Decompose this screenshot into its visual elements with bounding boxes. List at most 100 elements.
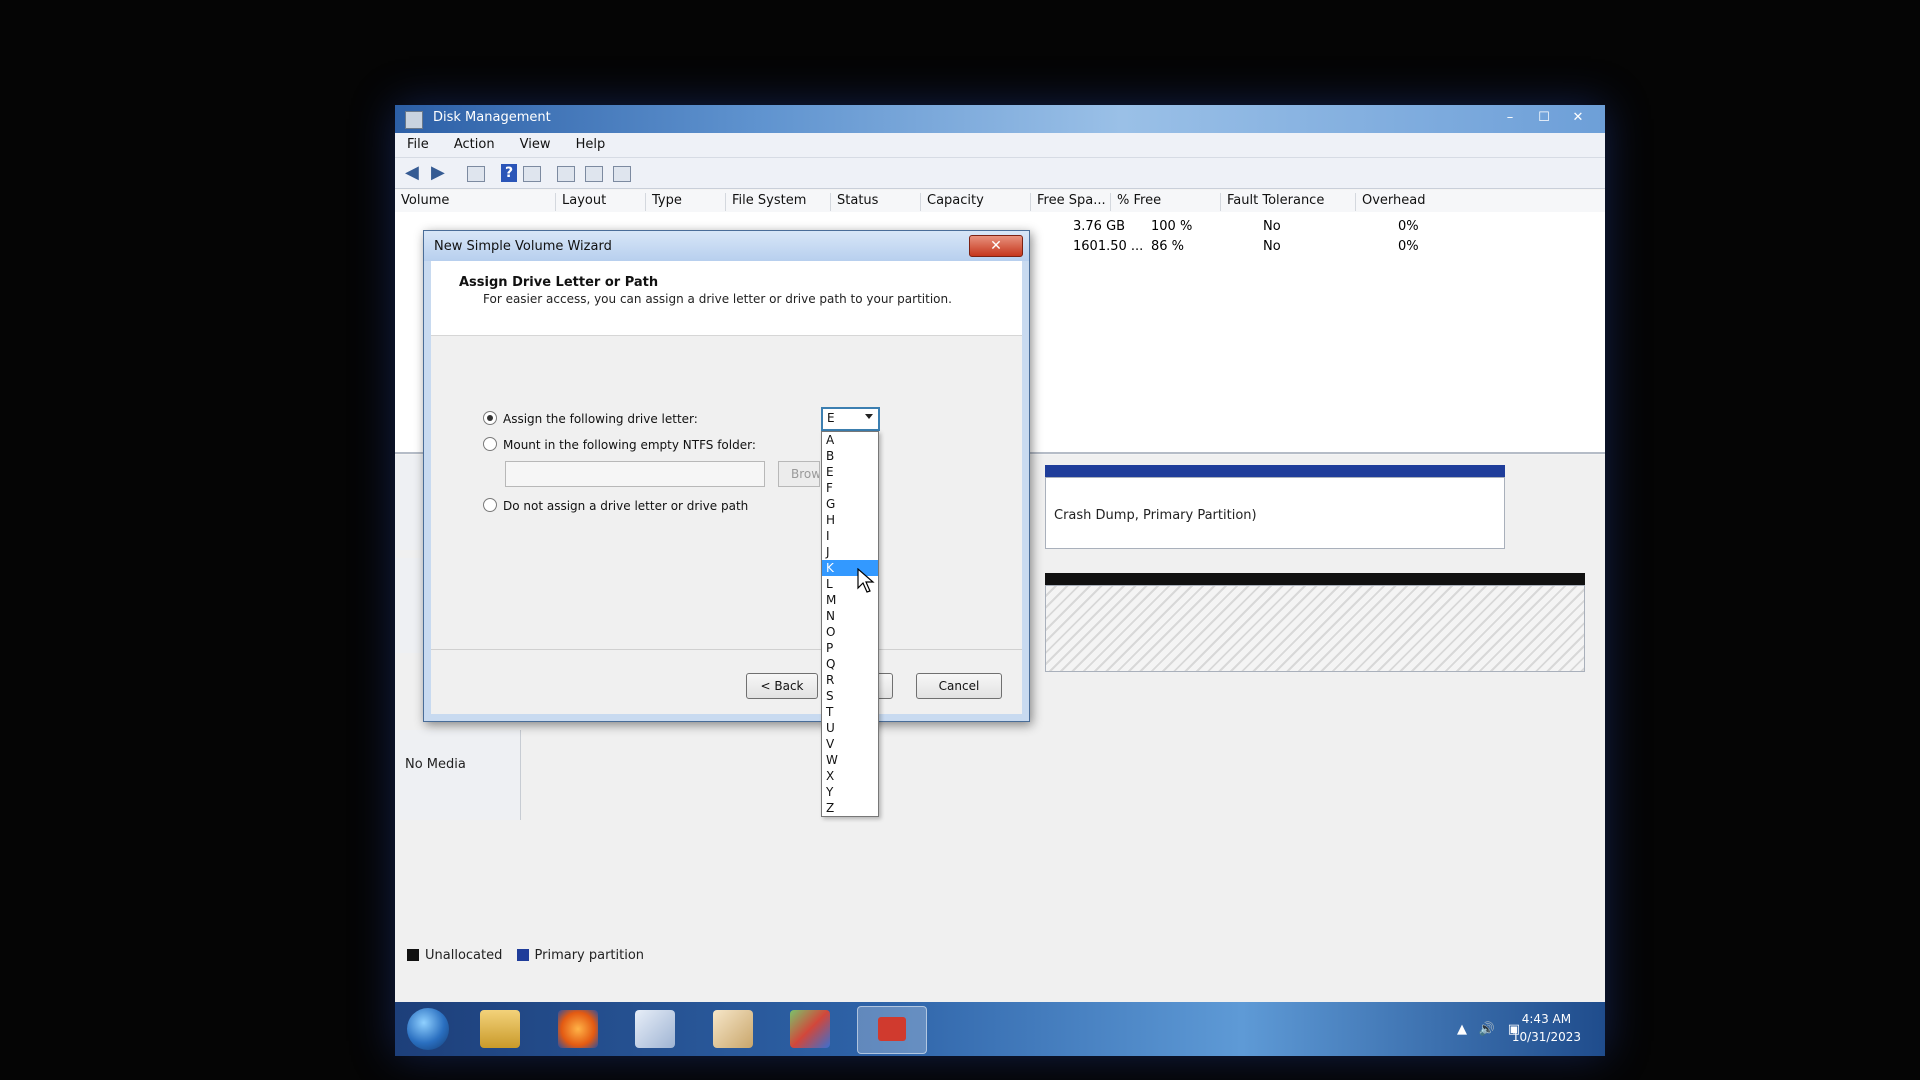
primary-partition-bar bbox=[1045, 465, 1505, 477]
radio-no-letter[interactable] bbox=[483, 498, 497, 512]
option-mount-folder[interactable]: Mount in the following empty NTFS folder… bbox=[483, 437, 756, 452]
drive-letter-option[interactable]: E bbox=[822, 464, 878, 480]
drive-letter-option[interactable]: W bbox=[822, 752, 878, 768]
menu-view[interactable]: View bbox=[508, 133, 559, 152]
new-simple-volume-wizard: New Simple Volume Wizard ✕ Assign Drive … bbox=[423, 230, 1030, 722]
drive-letter-option[interactable]: P bbox=[822, 640, 878, 656]
col-status[interactable]: Status bbox=[830, 193, 927, 211]
col-type[interactable]: Type bbox=[645, 193, 732, 211]
export-icon[interactable] bbox=[613, 166, 631, 182]
start-button[interactable] bbox=[407, 1008, 449, 1050]
desktop-screen: Disk Management – ☐ ✕ File Action View H… bbox=[395, 105, 1605, 1055]
window-title: Disk Management bbox=[433, 110, 551, 125]
settings-icon[interactable] bbox=[585, 166, 603, 182]
disk-management-title-bar[interactable]: Disk Management – ☐ ✕ bbox=[395, 105, 1605, 133]
col-percent-free[interactable]: % Free bbox=[1110, 193, 1227, 211]
disk-management-taskbar-button[interactable] bbox=[857, 1006, 927, 1054]
unallocated-bar bbox=[1045, 573, 1585, 585]
drive-letter-option[interactable]: I bbox=[822, 528, 878, 544]
wizard-heading: Assign Drive Letter or Path bbox=[459, 275, 659, 290]
volume-list-header: Volume Layout Type File System Status Ca… bbox=[395, 190, 1605, 213]
cdrom-label[interactable] bbox=[395, 730, 521, 820]
cell-free-space: 3.76 GB bbox=[1073, 219, 1126, 234]
wizard-title-bar[interactable]: New Simple Volume Wizard ✕ bbox=[424, 231, 1029, 261]
drive-letter-option[interactable]: Z bbox=[822, 800, 878, 816]
drive-letter-option[interactable]: A bbox=[822, 432, 878, 448]
show-hide-console-icon[interactable] bbox=[467, 166, 485, 182]
wizard-title: New Simple Volume Wizard bbox=[434, 239, 612, 254]
radio-mount-folder[interactable] bbox=[483, 437, 497, 451]
radio-assign-letter[interactable] bbox=[483, 411, 497, 425]
drive-letter-option[interactable]: U bbox=[822, 720, 878, 736]
col-fault-tolerance[interactable]: Fault Tolerance bbox=[1220, 193, 1362, 211]
drive-letter-option[interactable]: F bbox=[822, 480, 878, 496]
mouse-pointer-icon bbox=[857, 568, 875, 593]
browse-button[interactable]: Browse... bbox=[778, 461, 820, 487]
tray-expand-icon[interactable]: ▲ bbox=[1457, 1022, 1467, 1037]
drive-letter-option[interactable]: J bbox=[822, 544, 878, 560]
option-assign-label: Assign the following drive letter: bbox=[503, 412, 698, 426]
legend: Unallocated Primary partition bbox=[407, 948, 654, 963]
drive-letter-dropdown[interactable]: E bbox=[821, 407, 880, 431]
refresh-icon[interactable] bbox=[557, 166, 575, 182]
cancel-button[interactable]: Cancel bbox=[916, 673, 1002, 699]
volume-icon[interactable]: 🔊 bbox=[1479, 1022, 1495, 1037]
taskbar: ▲ 🔊 ▣ 4:43 AM 10/31/2023 bbox=[395, 1002, 1605, 1056]
col-file-system[interactable]: File System bbox=[725, 193, 837, 211]
option-mount-label: Mount in the following empty NTFS folder… bbox=[503, 438, 756, 452]
col-capacity[interactable]: Capacity bbox=[920, 193, 1037, 211]
drive-letter-option[interactable]: O bbox=[822, 624, 878, 640]
back-button[interactable]: < Back bbox=[746, 673, 818, 699]
help-icon[interactable]: ? bbox=[501, 164, 517, 182]
partition-description: Crash Dump, Primary Partition) bbox=[1054, 508, 1257, 523]
control-panel-icon[interactable] bbox=[790, 1010, 830, 1048]
col-layout[interactable]: Layout bbox=[555, 193, 652, 211]
drive-letter-option[interactable]: G bbox=[822, 496, 878, 512]
col-volume[interactable]: Volume bbox=[395, 193, 561, 211]
chevron-down-icon[interactable] bbox=[865, 414, 873, 419]
drive-letter-option[interactable]: N bbox=[822, 608, 878, 624]
close-button[interactable]: ✕ bbox=[1565, 109, 1591, 127]
drive-letter-option[interactable]: S bbox=[822, 688, 878, 704]
unallocated-block[interactable] bbox=[1045, 585, 1585, 672]
drive-letter-list[interactable]: ABEFGHIJKLMNOPQRSTUVWXYZ bbox=[821, 431, 879, 817]
wizard-body: Assign Drive Letter or Path For easier a… bbox=[431, 261, 1022, 714]
option-assign-letter[interactable]: Assign the following drive letter: bbox=[483, 411, 698, 426]
clock-time: 4:43 AM bbox=[1521, 1012, 1572, 1026]
menu-action[interactable]: Action bbox=[442, 133, 503, 152]
wizard-header: Assign Drive Letter or Path For easier a… bbox=[431, 261, 1022, 336]
properties-icon[interactable] bbox=[523, 166, 541, 182]
folder-path-input[interactable] bbox=[505, 461, 765, 487]
drive-letter-option[interactable]: H bbox=[822, 512, 878, 528]
notepad-icon[interactable] bbox=[635, 1010, 675, 1048]
clock[interactable]: 4:43 AM 10/31/2023 bbox=[1512, 1010, 1581, 1046]
cell-overhead: 0% bbox=[1398, 239, 1419, 254]
maximize-button[interactable]: ☐ bbox=[1531, 109, 1557, 127]
file-explorer-icon[interactable] bbox=[480, 1010, 520, 1048]
cell-fault-tolerance: No bbox=[1263, 239, 1281, 254]
firefox-icon[interactable] bbox=[558, 1010, 598, 1048]
drive-letter-option[interactable]: V bbox=[822, 736, 878, 752]
cell-free-space: 1601.50 ... bbox=[1073, 239, 1144, 254]
drive-letter-option[interactable]: R bbox=[822, 672, 878, 688]
partition-block[interactable]: Crash Dump, Primary Partition) bbox=[1045, 477, 1505, 549]
wizard-close-button[interactable]: ✕ bbox=[969, 235, 1023, 257]
drive-letter-option[interactable]: B bbox=[822, 448, 878, 464]
col-free-space[interactable]: Free Spa... bbox=[1030, 193, 1117, 211]
menu-help[interactable]: Help bbox=[564, 133, 614, 152]
drive-letter-option[interactable]: X bbox=[822, 768, 878, 784]
drive-letter-option[interactable]: T bbox=[822, 704, 878, 720]
col-overhead[interactable]: Overhead bbox=[1355, 193, 1452, 211]
paint-icon[interactable] bbox=[713, 1010, 753, 1048]
cell-percent-free: 86 % bbox=[1151, 239, 1185, 254]
option-no-letter[interactable]: Do not assign a drive letter or drive pa… bbox=[483, 498, 748, 513]
drive-letter-option[interactable]: Y bbox=[822, 784, 878, 800]
drive-letter-option[interactable]: Q bbox=[822, 656, 878, 672]
back-arrow-icon[interactable]: ◀ bbox=[405, 164, 425, 182]
drive-letter-value: E bbox=[827, 411, 835, 425]
minimize-button[interactable]: – bbox=[1497, 109, 1523, 127]
drive-letter-option[interactable]: M bbox=[822, 592, 878, 608]
forward-arrow-icon[interactable]: ▶ bbox=[431, 164, 451, 182]
menu-file[interactable]: File bbox=[395, 133, 437, 152]
menu-bar: File Action View Help bbox=[395, 133, 1605, 158]
